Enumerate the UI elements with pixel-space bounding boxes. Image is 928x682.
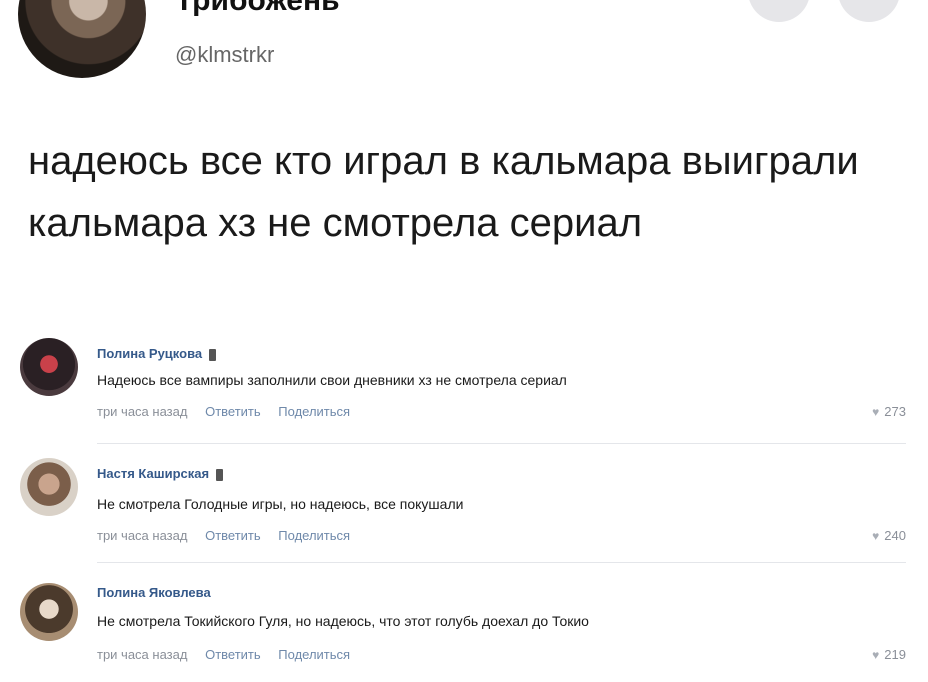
reply-button[interactable]: Ответить	[205, 528, 261, 543]
like-count: 273	[884, 404, 906, 419]
commenter-avatar[interactable]	[20, 458, 78, 516]
heart-icon: ♥	[872, 405, 880, 419]
commenter-name-wrap[interactable]: Полина Яковлева	[97, 585, 211, 600]
commenter-name[interactable]: Полина Яковлева	[97, 585, 211, 600]
divider	[97, 443, 906, 444]
heart-icon: ♥	[872, 529, 880, 543]
commenter-avatar[interactable]	[20, 583, 78, 641]
like-count: 240	[884, 528, 906, 543]
author-avatar[interactable]	[18, 0, 146, 78]
commenter-name[interactable]: Настя Каширская	[97, 466, 209, 481]
comment-meta: три часа назад Ответить Поделиться	[97, 404, 364, 419]
comment-text: Не смотрела Токийского Гуля, но надеюсь,…	[97, 613, 589, 629]
commenter-avatar[interactable]	[20, 338, 78, 396]
comment-time: три часа назад	[97, 404, 188, 419]
more-options-button[interactable]	[838, 0, 900, 22]
post-header: Трибожень @klmstrkr	[0, 0, 928, 110]
like-button[interactable]: ♥ 273	[872, 404, 906, 419]
author-name[interactable]: Трибожень	[175, 0, 340, 18]
comment-text: Не смотрела Голодные игры, но надеюсь, в…	[97, 496, 464, 512]
commenter-name[interactable]: Полина Руцкова	[97, 346, 202, 361]
post-text: надеюсь все кто играл в кальмара выиграл…	[28, 139, 859, 245]
comment-time: три часа назад	[97, 528, 188, 543]
like-count: 219	[884, 647, 906, 662]
reply-button[interactable]: Ответить	[205, 404, 261, 419]
reply-button[interactable]: Ответить	[205, 647, 261, 662]
divider	[97, 562, 906, 563]
commenter-name-wrap[interactable]: Настя Каширская	[97, 466, 224, 481]
heart-icon: ♥	[872, 648, 880, 662]
phone-badge-icon	[216, 468, 224, 481]
author-handle[interactable]: @klmstrkr	[175, 42, 274, 68]
commenter-name-wrap[interactable]: Полина Руцкова	[97, 346, 217, 361]
like-button[interactable]: ♥ 240	[872, 528, 906, 543]
phone-badge-icon	[209, 348, 217, 361]
share-button[interactable]: Поделиться	[278, 404, 350, 419]
comment-meta: три часа назад Ответить Поделиться	[97, 647, 364, 662]
share-button[interactable]: Поделиться	[278, 528, 350, 543]
comment-time: три часа назад	[97, 647, 188, 662]
comment-text: Надеюсь все вампиры заполнили свои дневн…	[97, 372, 567, 388]
share-button[interactable]: Поделиться	[278, 647, 350, 662]
header-action-button[interactable]	[748, 0, 810, 22]
like-button[interactable]: ♥ 219	[872, 647, 906, 662]
comment-meta: три часа назад Ответить Поделиться	[97, 528, 364, 543]
